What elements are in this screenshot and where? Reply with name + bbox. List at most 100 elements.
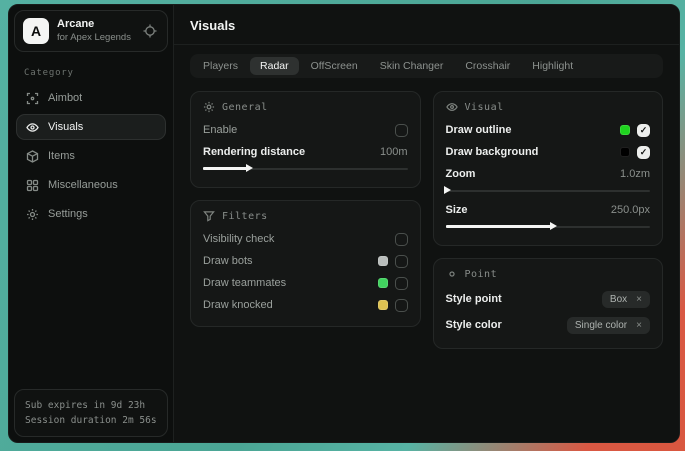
visibility-check-row: Visibility check — [203, 228, 408, 250]
draw-knocked-row: Draw knocked — [203, 294, 408, 316]
sidebar-item-label: Settings — [48, 208, 88, 220]
app-header-card: A Arcane for Apex Legends — [14, 10, 168, 52]
sidebar-item-label: Aimbot — [48, 92, 82, 104]
tab-players[interactable]: Players — [193, 57, 248, 75]
sidebar-item-items[interactable]: Items — [16, 143, 166, 169]
visual-card-title: Visual — [465, 102, 504, 113]
dot-icon — [446, 268, 458, 280]
draw-teammates-color-swatch[interactable] — [378, 278, 388, 288]
draw-teammates-checkbox[interactable] — [395, 277, 408, 290]
draw-outline-checkbox[interactable] — [637, 124, 650, 137]
tab-radar[interactable]: Radar — [250, 57, 299, 75]
sidebar: A Arcane for Apex Legends Category — [9, 5, 173, 442]
tab-offscreen[interactable]: OffScreen — [301, 57, 368, 75]
visual-card-header: Visual — [446, 101, 651, 113]
slider-fill — [446, 225, 552, 228]
style-point-select[interactable]: Box × — [602, 291, 650, 308]
sidebar-item-miscellaneous[interactable]: Miscellaneous — [16, 172, 166, 198]
rendering-distance-value: 100m — [380, 146, 408, 158]
general-card-title: General — [222, 102, 268, 113]
category-label: Category — [24, 68, 158, 78]
slider-thumb[interactable] — [550, 222, 557, 230]
app-window: A Arcane for Apex Legends Category — [8, 4, 680, 443]
clear-icon[interactable]: × — [636, 294, 642, 305]
crosshair-icon — [26, 92, 39, 105]
main-panel: Visuals Players Radar OffScreen Skin Cha… — [173, 5, 679, 442]
draw-teammates-row: Draw teammates — [203, 272, 408, 294]
package-icon — [26, 150, 39, 163]
gear-icon — [26, 208, 39, 221]
rendering-distance-row: Rendering distance 100m — [203, 141, 408, 163]
clear-icon[interactable]: × — [636, 320, 642, 331]
draw-outline-row: Draw outline — [446, 119, 651, 141]
draw-background-checkbox[interactable] — [637, 146, 650, 159]
enable-checkbox[interactable] — [395, 124, 408, 137]
sidebar-item-aimbot[interactable]: Aimbot — [16, 85, 166, 111]
visual-card: Visual Draw outline Draw background — [433, 91, 664, 246]
grid-icon — [26, 179, 39, 192]
sidebar-item-label: Visuals — [48, 121, 83, 133]
content-area: General Enable Rendering distance 100m — [174, 91, 679, 349]
page-title: Visuals — [190, 18, 663, 33]
draw-background-color-swatch[interactable] — [620, 147, 630, 157]
tab-crosshair[interactable]: Crosshair — [455, 57, 520, 75]
general-card-header: General — [203, 101, 408, 113]
slider-fill — [203, 167, 248, 170]
draw-teammates-label: Draw teammates — [203, 277, 286, 289]
zoom-slider[interactable] — [446, 186, 651, 195]
slider-thumb[interactable] — [444, 186, 451, 194]
right-column: Visual Draw outline Draw background — [433, 91, 664, 349]
tab-highlight[interactable]: Highlight — [522, 57, 583, 75]
size-row: Size 250.0px — [446, 199, 651, 221]
enable-row: Enable — [203, 119, 408, 141]
eye-icon — [26, 121, 39, 134]
filters-card-header: Filters — [203, 210, 408, 222]
tabbar: Players Radar OffScreen Skin Changer Cro… — [190, 54, 663, 78]
slider-track — [446, 190, 651, 192]
draw-background-label: Draw background — [446, 146, 539, 158]
sidebar-item-settings[interactable]: Settings — [16, 201, 166, 227]
sub-expiry-text: Sub expires in 9d 23h — [25, 398, 157, 413]
draw-outline-label: Draw outline — [446, 124, 512, 136]
draw-bots-row: Draw bots — [203, 250, 408, 272]
draw-bots-checkbox[interactable] — [395, 255, 408, 268]
session-duration-text: Session duration 2m 56s — [25, 413, 157, 428]
subscription-info-card: Sub expires in 9d 23h Session duration 2… — [14, 389, 168, 437]
visibility-check-label: Visibility check — [203, 233, 274, 245]
slider-thumb[interactable] — [246, 164, 253, 172]
point-card-title: Point — [465, 269, 498, 280]
rendering-distance-slider[interactable] — [203, 164, 408, 173]
funnel-icon — [203, 210, 215, 222]
zoom-value: 1.0zm — [620, 168, 650, 180]
zoom-row: Zoom 1.0zm — [446, 163, 651, 185]
point-card-header: Point — [446, 268, 651, 280]
visibility-check-checkbox[interactable] — [395, 233, 408, 246]
style-color-value: Single color — [575, 320, 627, 331]
app-subtitle: for Apex Legends — [57, 32, 133, 44]
point-card: Point Style point Box × Style color Sing… — [433, 258, 664, 349]
style-color-label: Style color — [446, 319, 502, 331]
enable-label: Enable — [203, 124, 237, 136]
rendering-distance-label: Rendering distance — [203, 146, 305, 158]
gear-icon — [203, 101, 215, 113]
tab-skin-changer[interactable]: Skin Changer — [370, 57, 454, 75]
app-meta: Arcane for Apex Legends — [57, 18, 133, 44]
size-label: Size — [446, 204, 468, 216]
general-card: General Enable Rendering distance 100m — [190, 91, 421, 188]
size-slider[interactable] — [446, 222, 651, 231]
style-color-select[interactable]: Single color × — [567, 317, 650, 334]
left-column: General Enable Rendering distance 100m — [190, 91, 421, 327]
draw-outline-color-swatch[interactable] — [620, 125, 630, 135]
sidebar-item-visuals[interactable]: Visuals — [16, 114, 166, 140]
draw-knocked-checkbox[interactable] — [395, 299, 408, 312]
filters-card-title: Filters — [222, 211, 268, 222]
draw-background-row: Draw background — [446, 141, 651, 163]
app-name: Arcane — [57, 18, 133, 32]
sidebar-item-label: Miscellaneous — [48, 179, 118, 191]
filters-card: Filters Visibility check Draw bots — [190, 200, 421, 327]
draw-bots-label: Draw bots — [203, 255, 253, 267]
style-point-row: Style point Box × — [446, 286, 651, 312]
draw-knocked-color-swatch[interactable] — [378, 300, 388, 310]
scope-target-icon[interactable] — [141, 22, 159, 40]
draw-bots-color-swatch[interactable] — [378, 256, 388, 266]
